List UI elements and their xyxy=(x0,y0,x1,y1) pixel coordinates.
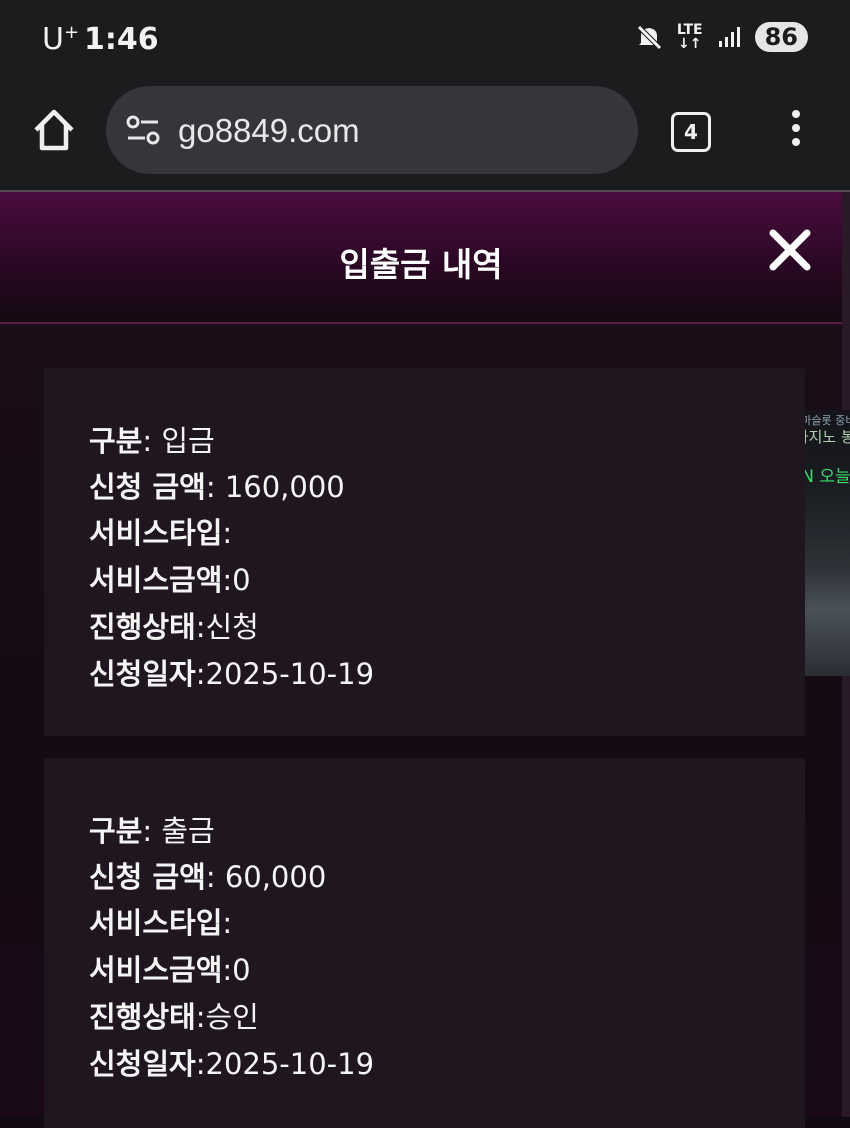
amount-row: 신청 금액: 160,000 xyxy=(89,470,345,504)
tab-switcher-button[interactable]: 4 xyxy=(671,112,711,152)
transaction-card: 구분: 입금 신청 금액: 160,000 서비스타입: 서비스금액:0 진행상… xyxy=(44,368,805,736)
type-row: 구분: 출금 xyxy=(89,814,215,848)
amount-row: 신청 금액: 60,000 xyxy=(89,860,327,894)
site-settings-icon[interactable] xyxy=(126,114,160,146)
status-row: 진행상태:신청 xyxy=(89,610,259,644)
modal-header: 입출금 내역 xyxy=(0,192,842,324)
clock: 1:46 xyxy=(84,22,159,57)
status-icons: LTE ↓↑ 86 xyxy=(635,22,808,52)
browser-toolbar: go8849.com 4 xyxy=(0,82,850,192)
type-row: 구분: 입금 xyxy=(89,424,215,458)
url-text[interactable]: go8849.com xyxy=(178,112,360,150)
service-amount-row: 서비스금액:0 xyxy=(89,563,251,597)
signal-icon xyxy=(718,27,740,47)
date-row: 신청일자:2025-10-19 xyxy=(89,1047,375,1081)
transaction-card: 구분: 출금 신청 금액: 60,000 서비스타입: 서비스금액:0 진행상태… xyxy=(44,758,805,1128)
battery-badge: 86 xyxy=(754,22,808,52)
home-icon[interactable] xyxy=(30,106,78,154)
lte-indicator: LTE ↓↑ xyxy=(676,22,703,52)
carrier-label: U+ xyxy=(42,22,80,57)
address-bar[interactable]: go8849.com xyxy=(106,86,638,174)
service-type-row: 서비스타입: xyxy=(89,516,233,550)
status-row: 진행상태:승인 xyxy=(89,1000,259,1034)
close-icon[interactable] xyxy=(768,228,812,272)
modal-title: 입출금 내역 xyxy=(339,245,503,284)
service-amount-row: 서비스금액:0 xyxy=(89,953,251,987)
service-type-row: 서비스타입: xyxy=(89,906,233,940)
more-menu-icon[interactable] xyxy=(790,110,802,150)
mute-icon xyxy=(637,25,662,50)
date-row: 신청일자:2025-10-19 xyxy=(89,657,375,691)
status-bar: U+ 1:46 LTE ↓↑ 86 xyxy=(0,0,850,82)
